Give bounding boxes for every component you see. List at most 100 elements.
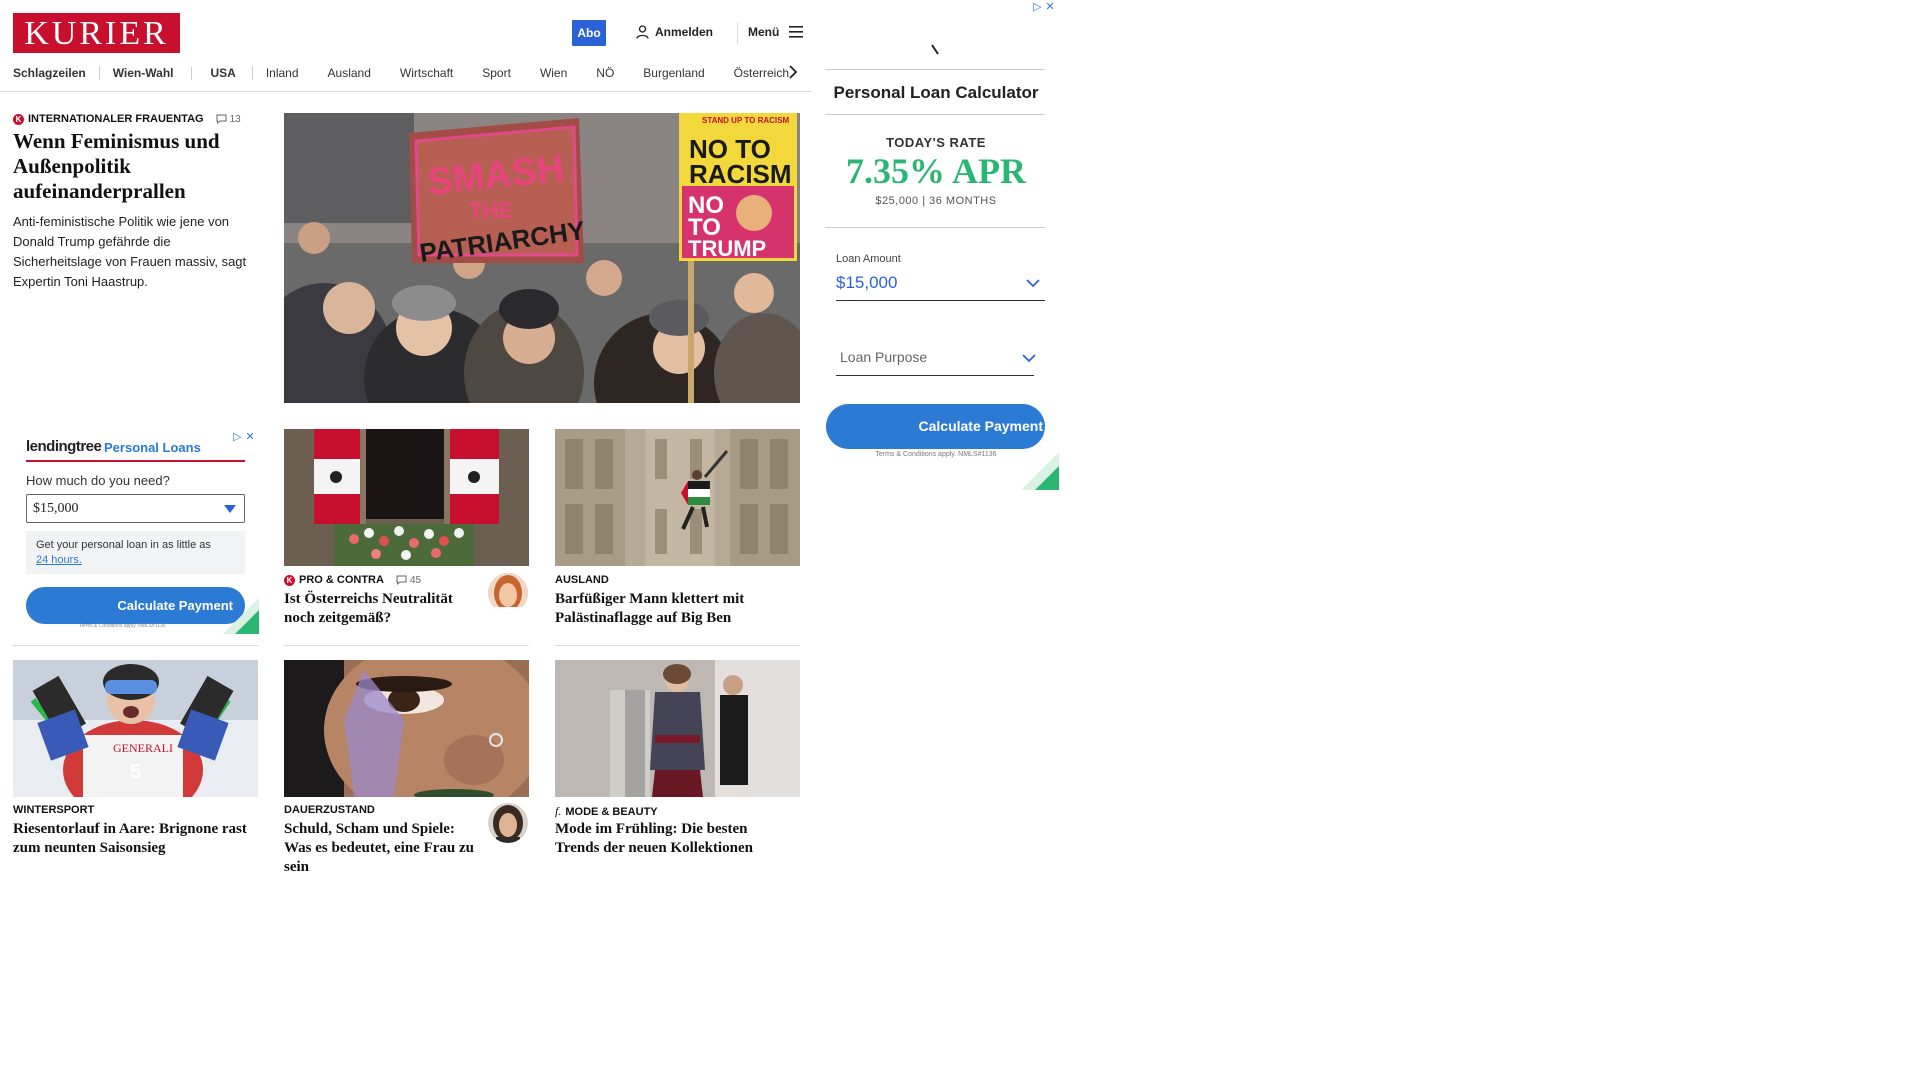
freizeit-icon: f. xyxy=(555,804,562,818)
rate-sub: $25,000 | 36 MONTHS xyxy=(875,195,997,207)
ad-corner-decoration xyxy=(1021,452,1059,490)
amount-select[interactable]: $15,000 xyxy=(26,494,245,523)
lead-teaser[interactable]: Anti-feministische Politik wie jene von … xyxy=(13,212,259,292)
nav-item-inland[interactable]: Inland xyxy=(266,66,299,80)
nav-item-sport[interactable]: Sport xyxy=(482,66,511,80)
adchoices-icon[interactable]: ▷ xyxy=(233,430,241,443)
neutralitaet-photo xyxy=(284,429,529,566)
comment-icon xyxy=(396,575,407,585)
lead-headline[interactable]: Wenn Feminismus und Außenpolitik aufeina… xyxy=(13,129,263,204)
section-nav: Schlagzeilen Wien-Wahl USA Inland Auslan… xyxy=(13,63,803,83)
header-divider xyxy=(737,22,738,44)
ad-controls[interactable]: ▷ ✕ xyxy=(1033,0,1055,13)
article-comments[interactable]: 45 xyxy=(396,575,421,586)
article-image-big-ben[interactable] xyxy=(555,429,800,566)
loan-amount-value: $15,000 xyxy=(836,273,898,292)
nav-item-schlagzeilen[interactable]: Schlagzeilen xyxy=(13,66,86,80)
sign-right-top-text: STAND UP TO RACISM xyxy=(702,116,789,125)
ad-info-link[interactable]: 24 hours. xyxy=(36,554,82,566)
article-kicker-wintersport[interactable]: WINTERSPORT xyxy=(13,804,94,816)
nav-next-button[interactable] xyxy=(788,64,798,85)
author-photo xyxy=(488,803,528,843)
login-button[interactable]: Anmelden xyxy=(636,25,713,39)
loan-amount-label: Loan Amount xyxy=(836,253,901,265)
article-headline-big-ben[interactable]: Barfüßiger Mann klettert mit Palästinafl… xyxy=(555,590,785,628)
sponsor-text: GENERALI xyxy=(113,741,173,755)
ad-divider xyxy=(825,114,1045,115)
article-headline-neutralitaet[interactable]: Ist Österreichs Neutralität noch zeitgem… xyxy=(284,590,479,628)
lendingtree-logo: lendingtree xyxy=(26,438,102,455)
caret-down-icon xyxy=(224,505,236,513)
nav-item-usa[interactable]: USA xyxy=(210,66,235,80)
big-ben-photo xyxy=(555,429,800,566)
lead-kicker[interactable]: K INTERNATIONALER FRAUENTAG 13 xyxy=(13,113,241,125)
lead-image[interactable]: SMASH THE PATRIARCHY STAND UP TO RACISM … xyxy=(284,113,800,403)
mode-photo xyxy=(555,660,800,797)
author-avatar[interactable] xyxy=(488,803,528,843)
row-divider xyxy=(13,645,258,646)
lead-photo: SMASH THE PATRIARCHY STAND UP TO RACISM … xyxy=(284,113,800,403)
close-icon[interactable]: ✕ xyxy=(1045,0,1054,13)
ad-left-cta-button[interactable]: Calculate Payment xyxy=(26,587,245,624)
kicker-label: PRO & CONTRA xyxy=(299,574,384,586)
wintersport-photo: GENERALI 5 xyxy=(13,660,258,797)
ad-right-cta-button[interactable]: Calculate Payment xyxy=(826,404,1045,449)
article-headline-mode[interactable]: Mode im Frühling: Die besten Trends der … xyxy=(555,820,790,858)
nav-item-wien[interactable]: Wien xyxy=(540,66,567,80)
user-icon xyxy=(636,25,649,39)
nav-divider xyxy=(98,66,100,80)
ad-loan-calculator[interactable]: ▷ ✕ Personal Loan Calculator TODAY'S RAT… xyxy=(813,0,1059,490)
ad-divider xyxy=(825,227,1045,228)
svg-text:RACISM: RACISM xyxy=(689,159,792,189)
adchoices-icon[interactable]: ▷ xyxy=(1033,0,1041,13)
ad-info-box: Get your personal loan in as little as 2… xyxy=(26,531,245,574)
abo-button[interactable]: Abo xyxy=(572,20,606,46)
ad-controls[interactable]: ▷ ✕ xyxy=(233,430,255,443)
comment-icon xyxy=(216,114,227,124)
svg-text:THE: THE xyxy=(469,198,513,223)
rate-label: TODAY'S RATE xyxy=(886,135,986,150)
article-image-dauerzustand[interactable] xyxy=(284,660,529,797)
lead-comment-count: 13 xyxy=(229,113,241,125)
ad-left-terms: Terms & Conditions apply. NMLS#1136 xyxy=(79,623,166,629)
nav-item-noe[interactable]: NÖ xyxy=(596,66,614,80)
loan-amount-select[interactable]: $15,000 xyxy=(836,270,1045,301)
article-image-mode[interactable] xyxy=(555,660,800,797)
rate-value: 7.35% APR xyxy=(846,151,1026,191)
nav-divider-line xyxy=(0,91,813,92)
lead-comments[interactable]: 13 xyxy=(216,114,241,125)
article-kicker-neutralitaet[interactable]: K PRO & CONTRA 45 xyxy=(284,574,421,586)
nav-item-oesterreich[interactable]: Österreich xyxy=(734,66,789,80)
article-headline-wintersport[interactable]: Riesentorlauf in Aare: Brignone rast zum… xyxy=(13,820,248,858)
comment-count: 45 xyxy=(409,574,422,586)
kicker-label: WINTERSPORT xyxy=(13,804,95,816)
article-image-wintersport[interactable]: GENERALI 5 xyxy=(13,660,258,797)
article-image-neutralitaet[interactable] xyxy=(284,429,529,566)
kurier-plus-icon: K xyxy=(284,574,295,586)
article-kicker-dauerzustand[interactable]: DAUERZUSTAND xyxy=(284,804,375,816)
menu-button[interactable]: Menü xyxy=(748,25,804,39)
svg-text:TRUMP: TRUMP xyxy=(688,236,766,261)
author-avatar[interactable] xyxy=(488,573,528,613)
menu-label: Menü xyxy=(748,25,780,39)
loan-purpose-select[interactable]: Loan Purpose xyxy=(836,345,1036,376)
article-kicker-ausland[interactable]: AUSLAND xyxy=(555,574,609,586)
dauerzustand-photo xyxy=(284,660,529,797)
article-headline-dauerzustand[interactable]: Schuld, Scham und Spiele: Was es bedeute… xyxy=(284,820,479,877)
kurier-logo[interactable]: KURIER xyxy=(13,13,180,53)
nav-item-ausland[interactable]: Ausland xyxy=(328,66,371,80)
author-photo xyxy=(488,573,528,613)
nav-item-burgenland[interactable]: Burgenland xyxy=(643,66,704,80)
ad-question: How much do you need? xyxy=(26,473,170,488)
nav-item-wirtschaft[interactable]: Wirtschaft xyxy=(400,66,453,80)
ad-info-text: Get your personal loan in as little as xyxy=(36,539,211,551)
close-icon[interactable]: ✕ xyxy=(245,430,254,443)
article-kicker-mode[interactable]: f. MODE & BEAUTY xyxy=(555,804,658,819)
chevron-down-icon xyxy=(1026,279,1040,288)
ad-lendingtree[interactable]: ▷ ✕ lendingtree Personal Loans How much … xyxy=(13,428,259,635)
chevron-right-icon xyxy=(789,65,798,79)
nav-item-wien-wahl[interactable]: Wien-Wahl xyxy=(113,66,174,80)
loading-icon xyxy=(931,44,939,55)
bib-number: 5 xyxy=(130,761,141,783)
kicker-label: MODE & BEAUTY xyxy=(565,805,658,818)
